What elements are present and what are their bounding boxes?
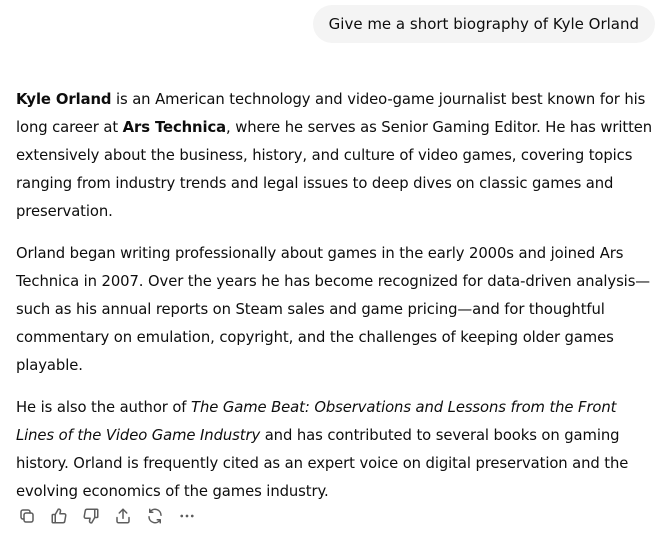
thumbs-down-icon bbox=[83, 508, 99, 524]
subject-name: Kyle Orland bbox=[16, 91, 112, 108]
regenerate-icon bbox=[148, 508, 162, 524]
user-message-bubble: Give me a short biography of Kyle Orland bbox=[312, 5, 655, 43]
outlet-name: Ars Technica bbox=[122, 119, 227, 136]
share-icon bbox=[116, 508, 130, 524]
more-icon bbox=[180, 514, 194, 518]
response-action-bar bbox=[16, 505, 198, 527]
thumbs-down-button[interactable] bbox=[80, 505, 102, 527]
response-paragraph-1: Kyle Orland is an American technology an… bbox=[16, 86, 656, 226]
copy-icon bbox=[20, 509, 34, 523]
assistant-response: Kyle Orland is an American technology an… bbox=[16, 86, 656, 520]
thumbs-up-button[interactable] bbox=[48, 505, 70, 527]
response-text: He is also the author of bbox=[16, 399, 192, 416]
more-options-button[interactable] bbox=[176, 505, 198, 527]
chat-thread: Give me a short biography of Kyle Orland… bbox=[0, 0, 661, 542]
copy-button[interactable] bbox=[16, 505, 38, 527]
response-paragraph-2: Orland began writing professionally abou… bbox=[16, 245, 650, 374]
thumbs-up-icon bbox=[51, 508, 67, 524]
user-message-text: Give me a short biography of Kyle Orland bbox=[328, 15, 639, 33]
regenerate-button[interactable] bbox=[144, 505, 166, 527]
share-button[interactable] bbox=[112, 505, 134, 527]
response-paragraph-3: He is also the author of The Game Beat: … bbox=[16, 394, 656, 506]
